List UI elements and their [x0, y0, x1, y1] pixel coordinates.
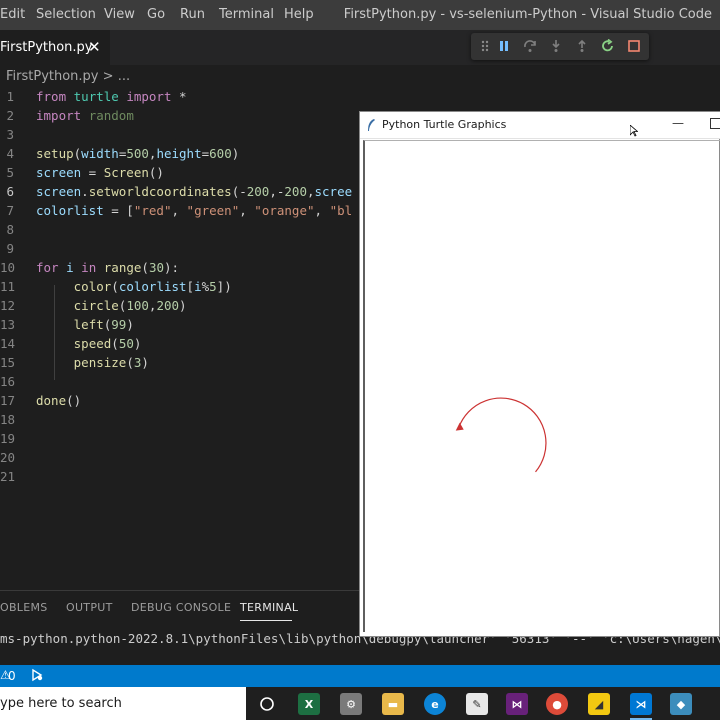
editor-tab[interactable]: FirstPython.py ✕ [0, 30, 110, 65]
window-title: FirstPython.py - vs-selenium-Python - Vi… [343, 7, 712, 22]
turtle-window-title: Python Turtle Graphics [382, 118, 507, 131]
line-number: 21 [0, 469, 16, 484]
code-line: setup(width=500,height=600) [36, 146, 240, 161]
menu-help[interactable]: Help [284, 7, 314, 22]
feather-icon [366, 117, 376, 131]
status-bar: ⚠ 0 [0, 665, 720, 687]
excel-icon[interactable]: X [298, 693, 320, 715]
line-number: 14 [0, 336, 16, 351]
search-input[interactable]: ype here to search [0, 696, 122, 711]
line-number: 20 [0, 450, 16, 465]
stop-icon[interactable] [625, 37, 643, 55]
menu-bar: Edit Selection View Go Run Terminal Help… [0, 0, 720, 30]
sticky-notes-icon[interactable]: ◢ [588, 693, 610, 715]
line-number: 19 [0, 431, 16, 446]
breadcrumb-more[interactable]: ... [118, 69, 130, 84]
active-tab-indicator [240, 620, 292, 621]
line-number: 1 [6, 89, 14, 104]
pause-icon[interactable] [495, 37, 513, 55]
code-line: circle(100,200) [73, 298, 187, 313]
turtle-cursor-icon [455, 422, 464, 431]
vscode-icon[interactable]: ⋊ [630, 693, 652, 715]
code-line: pensize(3) [73, 355, 149, 370]
line-number: 17 [0, 393, 16, 408]
code-line: from turtle import * [36, 89, 187, 104]
line-number: 8 [6, 222, 14, 237]
line-number: 7 [6, 203, 14, 218]
code-line: import random [36, 108, 134, 123]
breadcrumb-file[interactable]: FirstPython.py [6, 69, 99, 84]
line-number: 3 [6, 127, 14, 142]
turtle-canvas [363, 140, 720, 632]
menu-selection[interactable]: Selection [36, 7, 96, 22]
line-number: 11 [0, 279, 16, 294]
visual-studio-icon[interactable]: ⋈ [506, 693, 528, 715]
code-line: colorlist = ["red", "green", "orange", "… [36, 203, 353, 218]
notepad-icon[interactable]: ✎ [466, 693, 488, 715]
line-number: 6 [6, 184, 14, 199]
taskbar: ype here to search X ⚙ ▬ e ✎ ⋈ ● ◢ ⋊ ◆ [0, 687, 720, 720]
minimize-icon[interactable]: — [672, 116, 684, 130]
task-view-icon[interactable] [256, 693, 278, 715]
line-number: 2 [6, 108, 14, 123]
breadcrumb-separator: > [102, 69, 114, 84]
folder-icon[interactable]: ▬ [382, 693, 404, 715]
chrome-icon[interactable]: ● [546, 693, 568, 715]
line-number: 4 [6, 146, 14, 161]
turtle-drawing [455, 397, 547, 473]
maximize-icon[interactable] [710, 118, 720, 129]
python-icon[interactable]: ◆ [670, 693, 692, 715]
turtle-titlebar[interactable]: Python Turtle Graphics — [360, 112, 720, 139]
line-number: 10 [0, 260, 16, 275]
line-number: 13 [0, 317, 16, 332]
breadcrumb: FirstPython.py > ... [6, 69, 130, 84]
line-number: 5 [6, 165, 14, 180]
step-over-icon[interactable] [521, 37, 539, 55]
line-number: 9 [6, 241, 14, 256]
turtle-arc [458, 397, 547, 473]
step-into-icon[interactable] [547, 37, 565, 55]
menu-terminal[interactable]: Terminal [219, 7, 274, 22]
line-number: 18 [0, 412, 16, 427]
problem-count[interactable]: 0 [8, 669, 16, 683]
debug-icon[interactable] [30, 668, 44, 682]
edge-icon[interactable]: e [424, 693, 446, 715]
debug-toolbar [471, 33, 649, 60]
menu-edit[interactable]: Edit [0, 7, 25, 22]
code-line: left(99) [73, 317, 134, 332]
code-line: color(colorlist[i%5]) [73, 279, 232, 294]
code-line: speed(50) [73, 336, 142, 351]
line-number: 12 [0, 298, 16, 313]
tab-problems[interactable]: OBLEMS [0, 601, 48, 614]
tab-terminal[interactable]: TERMINAL [240, 601, 298, 614]
drag-handle-icon[interactable] [476, 37, 494, 55]
code-line: done() [36, 393, 82, 408]
close-icon[interactable]: ✕ [88, 38, 101, 56]
restart-icon[interactable] [599, 37, 617, 55]
line-number: 16 [0, 374, 16, 389]
menu-run[interactable]: Run [180, 7, 205, 22]
taskbar-search[interactable]: ype here to search [0, 687, 246, 720]
app-icon[interactable]: ⚙ [340, 693, 362, 715]
tab-output[interactable]: OUTPUT [66, 601, 113, 614]
tab-label: FirstPython.py [0, 40, 93, 55]
code-line: for i in range(30): [36, 260, 180, 275]
line-number: 15 [0, 355, 16, 370]
code-line: screen = Screen() [36, 165, 164, 180]
step-out-icon[interactable] [573, 37, 591, 55]
turtle-window[interactable]: Python Turtle Graphics — [359, 111, 720, 637]
menu-view[interactable]: View [104, 7, 135, 22]
code-editor[interactable]: 1 2 3 4 5 6 7 8 9 10 11 12 13 14 15 16 17 18 19 20 21 from t… [0, 87, 360, 587]
code-line: screen.setworldcoordinates(-200,-200,scr… [36, 184, 353, 199]
tab-debug-console[interactable]: DEBUG CONSOLE [131, 601, 231, 614]
mouse-cursor-icon [629, 122, 639, 137]
menu-go[interactable]: Go [147, 7, 165, 22]
